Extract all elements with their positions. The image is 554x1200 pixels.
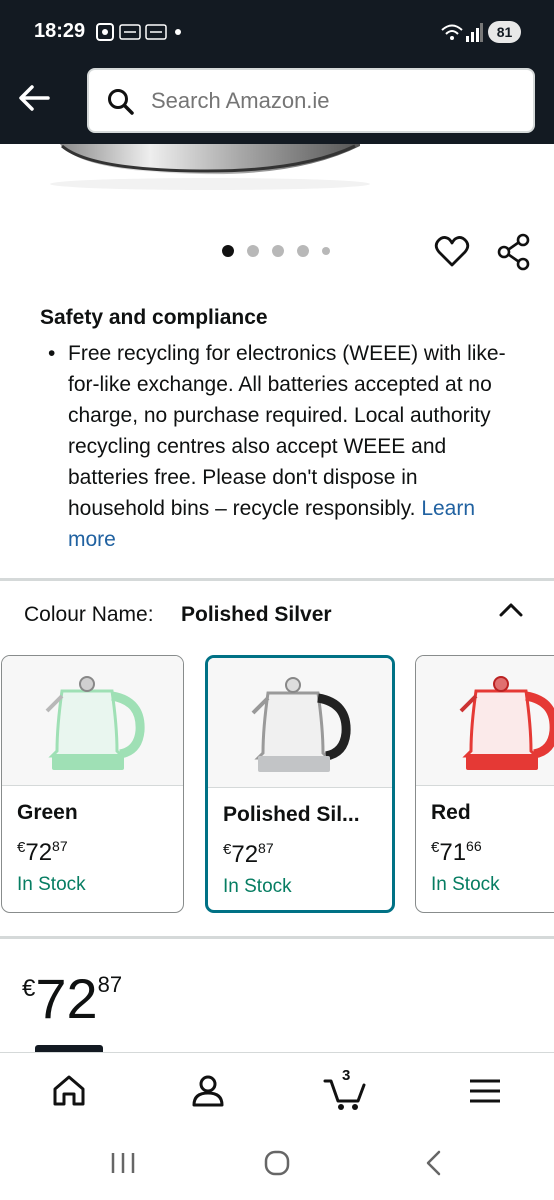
heart-icon[interactable] <box>434 234 470 270</box>
status-time: 18:29 <box>34 20 86 42</box>
swatch-price: €7166 <box>431 838 482 867</box>
price-fraction: 66 <box>466 838 482 854</box>
section-divider <box>0 578 554 581</box>
safety-title: Safety and compliance <box>40 306 268 329</box>
search-input[interactable] <box>151 70 521 131</box>
swatch-stock: In Stock <box>17 874 86 895</box>
notification-dot <box>175 29 181 35</box>
swatch-image <box>416 656 554 786</box>
price-whole: 72 <box>25 839 53 866</box>
colour-label: Colour Name: <box>24 603 154 626</box>
price-fraction: 87 <box>52 838 68 854</box>
swatch-name: Red <box>431 801 471 824</box>
price-fraction: 87 <box>97 972 123 997</box>
kettle-silver-image <box>251 677 351 772</box>
swatch-price: €7287 <box>17 838 68 867</box>
price-fraction: 87 <box>258 840 274 856</box>
back-arrow-icon[interactable] <box>14 78 54 118</box>
price-whole: 71 <box>439 839 467 866</box>
colour-selected-value: Polished Silver <box>181 603 332 626</box>
kettle-red-image <box>459 676 554 770</box>
carousel-dot[interactable] <box>247 245 259 257</box>
status-bar: 18:29 81 <box>0 0 554 62</box>
battery-indicator: 81 <box>488 21 521 43</box>
app-header <box>0 62 554 144</box>
safety-description: Free recycling for electronics (WEEE) wi… <box>68 342 506 520</box>
colour-option-polished-silver[interactable]: Polished Sil... €7287 In Stock <box>205 655 395 913</box>
swatch-image <box>2 656 183 786</box>
screen-record-icon <box>96 23 114 41</box>
menu-icon[interactable] <box>465 1071 505 1111</box>
carousel-dot[interactable] <box>272 245 284 257</box>
swatch-stock: In Stock <box>223 876 292 897</box>
colour-option-red[interactable]: Red €7166 In Stock <box>415 655 554 913</box>
account-icon[interactable] <box>188 1071 228 1111</box>
swatch-image <box>208 658 392 788</box>
safety-text: Free recycling for electronics (WEEE) wi… <box>68 338 518 555</box>
price-currency: € <box>22 975 36 1002</box>
carousel-dot[interactable] <box>297 245 309 257</box>
search-icon[interactable] <box>107 88 135 116</box>
kettle-green-image <box>45 676 145 770</box>
carousel-dot-active[interactable] <box>222 245 234 257</box>
share-icon[interactable] <box>496 233 532 271</box>
temu-notification-icon <box>119 24 141 40</box>
cart-button[interactable]: 3 <box>322 1067 368 1111</box>
system-nav-bar <box>0 1128 554 1200</box>
kettle-image <box>50 144 370 190</box>
swatch-stock: In Stock <box>431 874 500 895</box>
back-chevron-icon[interactable] <box>420 1148 450 1178</box>
chevron-up-icon[interactable] <box>498 598 524 622</box>
product-image[interactable] <box>0 144 554 204</box>
recents-icon[interactable] <box>108 1148 138 1178</box>
home-circle-icon[interactable] <box>262 1148 292 1178</box>
product-price: €7287 <box>22 966 122 1031</box>
bottom-nav: 3 <box>0 1045 554 1128</box>
colour-option-green[interactable]: Green €7287 In Stock <box>1 655 184 913</box>
bullet: • <box>48 342 56 365</box>
search-bar[interactable] <box>87 68 535 133</box>
cart-count: 3 <box>342 1067 351 1084</box>
active-tab-indicator <box>35 1045 103 1052</box>
swatch-price: €7287 <box>223 840 274 869</box>
wifi-icon <box>441 24 463 40</box>
signal-icon <box>466 23 483 42</box>
section-divider <box>0 936 554 939</box>
swatch-name: Green <box>17 801 78 824</box>
swatch-name: Polished Sil... <box>223 803 360 826</box>
temu-notification-icon <box>145 24 167 40</box>
home-icon[interactable] <box>49 1071 89 1111</box>
price-whole: 72 <box>231 841 259 868</box>
carousel-dot[interactable] <box>322 247 330 255</box>
price-whole: 72 <box>35 967 98 1030</box>
